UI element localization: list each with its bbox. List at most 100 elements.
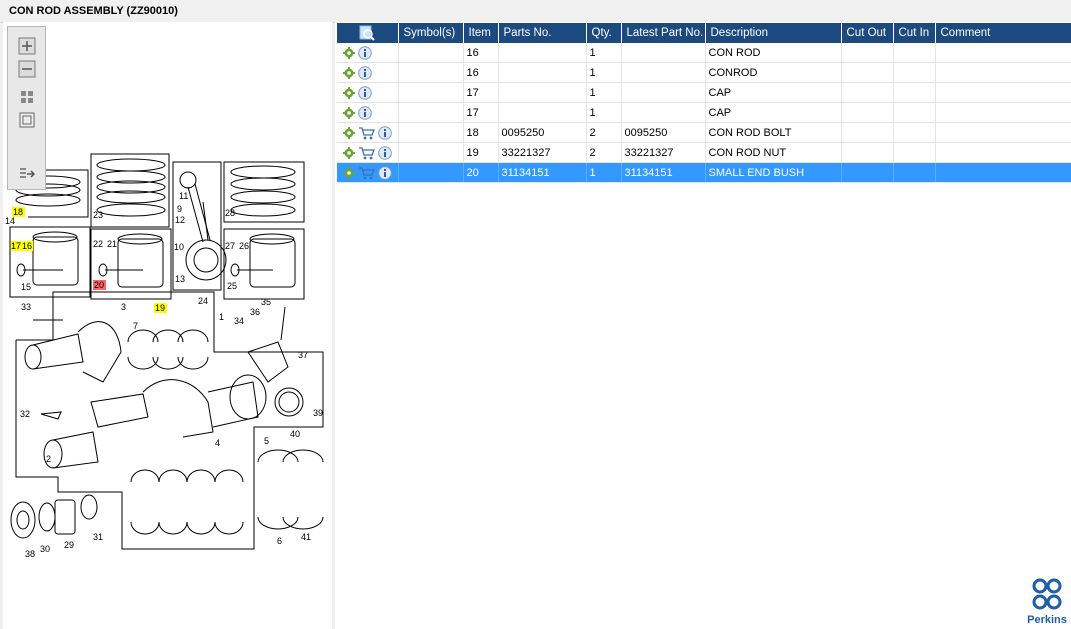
gear-icon[interactable] xyxy=(343,146,355,159)
cell-comment xyxy=(935,62,1071,83)
cart-icon[interactable] xyxy=(358,166,375,180)
perkins-logo-icon xyxy=(1032,578,1062,610)
callout-4[interactable]: 4 xyxy=(215,438,220,448)
callout-15[interactable]: 15 xyxy=(21,282,31,292)
col-header-qty[interactable]: Qty. xyxy=(586,23,622,43)
info-icon[interactable] xyxy=(358,45,372,60)
exploded-diagram[interactable]: 18 14 17 16 15 23 22 21 20 19 11 9 12 10… xyxy=(3,22,332,629)
cart-icon[interactable] xyxy=(358,126,375,140)
cell-latest-part-no: 33221327 xyxy=(621,142,706,163)
callout-25[interactable]: 25 xyxy=(227,281,237,291)
actual-size-icon[interactable] xyxy=(18,111,36,129)
gear-icon[interactable] xyxy=(343,126,355,139)
find-icon[interactable] xyxy=(359,25,375,41)
gear-icon[interactable] xyxy=(343,106,355,119)
info-icon[interactable] xyxy=(378,145,392,160)
cell-latest-part-no xyxy=(621,102,706,123)
callout-20[interactable]: 20 xyxy=(94,280,104,290)
col-header-cut-out[interactable]: Cut Out xyxy=(841,23,894,43)
callout-17[interactable]: 17 xyxy=(11,241,21,251)
callout-7[interactable]: 7 xyxy=(133,321,138,331)
callout-36[interactable]: 36 xyxy=(250,307,260,317)
gear-icon[interactable] xyxy=(343,86,355,99)
col-header-find[interactable] xyxy=(337,23,399,43)
callout-30[interactable]: 30 xyxy=(40,544,50,554)
col-header-cut-in[interactable]: Cut In xyxy=(893,23,936,43)
callout-31[interactable]: 31 xyxy=(93,532,103,542)
callout-39[interactable]: 39 xyxy=(313,408,323,418)
diagram-panel[interactable]: 18 14 17 16 15 23 22 21 20 19 11 9 12 10… xyxy=(3,22,332,629)
callout-6[interactable]: 6 xyxy=(277,536,282,546)
callout-3[interactable]: 3 xyxy=(121,302,126,312)
cell-latest-part-no xyxy=(621,62,706,83)
table-row[interactable]: 18 0095250 2 0095250 CON ROD BOLT xyxy=(337,122,1071,143)
row-symbols-cell xyxy=(337,43,399,63)
col-header-comment[interactable]: Comment xyxy=(935,23,1071,43)
table-row[interactable]: 17 1 CAP xyxy=(337,102,1071,123)
col-header-item[interactable]: Item xyxy=(463,23,499,43)
cell-item: 16 xyxy=(463,43,499,63)
callout-35[interactable]: 35 xyxy=(261,297,271,307)
info-icon[interactable] xyxy=(358,65,372,80)
callout-24[interactable]: 24 xyxy=(198,296,208,306)
callout-1[interactable]: 1 xyxy=(219,312,224,322)
fit-all-icon[interactable] xyxy=(18,88,36,106)
callout-37[interactable]: 37 xyxy=(298,350,308,360)
cart-icon[interactable] xyxy=(358,146,375,160)
callout-5[interactable]: 5 xyxy=(264,436,269,446)
callout-21[interactable]: 21 xyxy=(107,239,117,249)
callout-38[interactable]: 38 xyxy=(25,549,35,559)
cell-item: 16 xyxy=(463,62,499,83)
cell-parts-no xyxy=(498,82,587,103)
callout-9[interactable]: 9 xyxy=(177,204,182,214)
cell-cut-in xyxy=(893,62,936,83)
callout-26[interactable]: 26 xyxy=(239,241,249,251)
info-icon[interactable] xyxy=(378,125,392,140)
callout-11[interactable]: 11 xyxy=(179,191,188,201)
zoom-toolbar xyxy=(7,26,46,190)
callout-33[interactable]: 33 xyxy=(21,302,31,312)
table-row[interactable]: 20 31134151 1 31134151 SMALL END BUSH xyxy=(337,162,1071,183)
callout-41[interactable]: 41 xyxy=(301,532,311,542)
callout-2[interactable]: 2 xyxy=(46,454,51,464)
zoom-in-icon[interactable] xyxy=(18,37,36,55)
callout-19[interactable]: 19 xyxy=(155,303,165,313)
callout-40[interactable]: 40 xyxy=(290,429,300,439)
export-icon[interactable] xyxy=(18,165,36,183)
zoom-out-icon[interactable] xyxy=(18,60,36,78)
callout-16[interactable]: 16 xyxy=(22,241,32,251)
cell-description: CON ROD NUT xyxy=(705,142,842,163)
callout-14[interactable]: 14 xyxy=(5,216,15,226)
callout-34[interactable]: 34 xyxy=(234,316,244,326)
table-row[interactable]: 17 1 CAP xyxy=(337,82,1071,103)
info-icon[interactable] xyxy=(358,105,372,120)
cell-item: 18 xyxy=(463,122,499,143)
cell-comment xyxy=(935,43,1071,63)
callout-12[interactable]: 12 xyxy=(175,215,185,225)
callout-13[interactable]: 13 xyxy=(175,274,185,284)
cell-latest-part-no xyxy=(621,43,706,63)
col-header-parts-no[interactable]: Parts No. xyxy=(498,23,587,43)
callout-22[interactable]: 22 xyxy=(93,239,103,249)
gear-icon[interactable] xyxy=(343,166,355,179)
callout-29[interactable]: 29 xyxy=(64,540,74,550)
parts-list-panel: Symbol(s) Item Parts No. Qty. Latest Par… xyxy=(335,22,1071,629)
table-row[interactable]: 16 1 CON ROD xyxy=(337,43,1071,63)
gear-icon[interactable] xyxy=(343,66,355,79)
callout-28[interactable]: 28 xyxy=(225,208,235,218)
col-header-description[interactable]: Description xyxy=(705,23,842,43)
col-header-symbols[interactable]: Symbol(s) xyxy=(398,23,464,43)
info-icon[interactable] xyxy=(378,165,392,180)
callout-27[interactable]: 27 xyxy=(225,241,235,251)
callout-10[interactable]: 10 xyxy=(174,242,184,252)
table-row[interactable]: 19 33221327 2 33221327 CON ROD NUT xyxy=(337,142,1071,163)
col-header-latest-part-no[interactable]: Latest Part No. xyxy=(621,23,706,43)
callout-23[interactable]: 23 xyxy=(93,210,103,220)
table-row[interactable]: 16 1 CONROD xyxy=(337,62,1071,83)
gear-icon[interactable] xyxy=(343,46,355,59)
cell-parts-no xyxy=(498,102,587,123)
info-icon[interactable] xyxy=(358,85,372,100)
perkins-logo-text: Perkins xyxy=(1027,614,1067,626)
callout-32[interactable]: 32 xyxy=(20,409,30,419)
cell-cut-out xyxy=(841,102,894,123)
